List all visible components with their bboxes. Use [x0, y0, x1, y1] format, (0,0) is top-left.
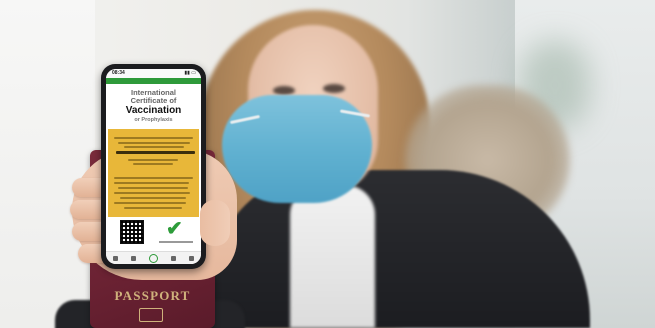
detail-text-line [114, 177, 193, 179]
detail-text-line [114, 137, 193, 139]
detail-text-line [128, 159, 178, 161]
thumb [200, 200, 230, 246]
right-eye [323, 84, 345, 93]
detail-text-line [118, 187, 188, 189]
biometric-chip-icon [139, 308, 163, 322]
verified-caption [159, 241, 193, 243]
detail-text-line [124, 207, 182, 209]
left-eye [273, 86, 295, 95]
detail-text-line [114, 202, 186, 204]
photo-scene: PASSPORT 08:34 ▮▮ ▭ International Certif… [0, 0, 655, 328]
smartphone: 08:34 ▮▮ ▭ International Certificate of … [101, 64, 206, 269]
detail-text-line [114, 182, 189, 184]
white-scarf [290, 185, 375, 328]
nav-add-icon[interactable] [148, 254, 158, 263]
certificate-title-line2: Certificate of [130, 96, 177, 105]
detail-text-line [118, 142, 190, 144]
phone-screen: 08:34 ▮▮ ▭ International Certificate of … [106, 69, 201, 264]
nav-settings-icon[interactable] [189, 256, 195, 261]
signal-battery-icon: ▮▮ ▭ [184, 70, 196, 76]
detail-text-bold [116, 151, 195, 154]
detail-text-line [124, 146, 184, 148]
app-header-bar [106, 78, 201, 84]
certificate-details-panel [108, 129, 199, 217]
certificate-title-line3: Vaccination [125, 105, 182, 116]
detail-text-line [114, 192, 190, 194]
detail-text-line [120, 197, 186, 199]
qr-code-icon [120, 220, 144, 244]
checkmark-icon: ✔ [166, 218, 183, 240]
nav-wallet-icon[interactable] [130, 256, 136, 261]
nav-home-icon[interactable] [112, 256, 118, 261]
status-time: 08:34 [112, 70, 125, 76]
passport-label: PASSPORT [114, 288, 191, 303]
background-window-left [0, 0, 95, 328]
detail-text-line [133, 163, 173, 165]
status-bar: 08:34 ▮▮ ▭ [106, 69, 201, 78]
bottom-nav [106, 251, 201, 264]
certificate-title-line4: or Prophylaxis [134, 117, 173, 123]
nav-list-icon[interactable] [171, 256, 177, 261]
